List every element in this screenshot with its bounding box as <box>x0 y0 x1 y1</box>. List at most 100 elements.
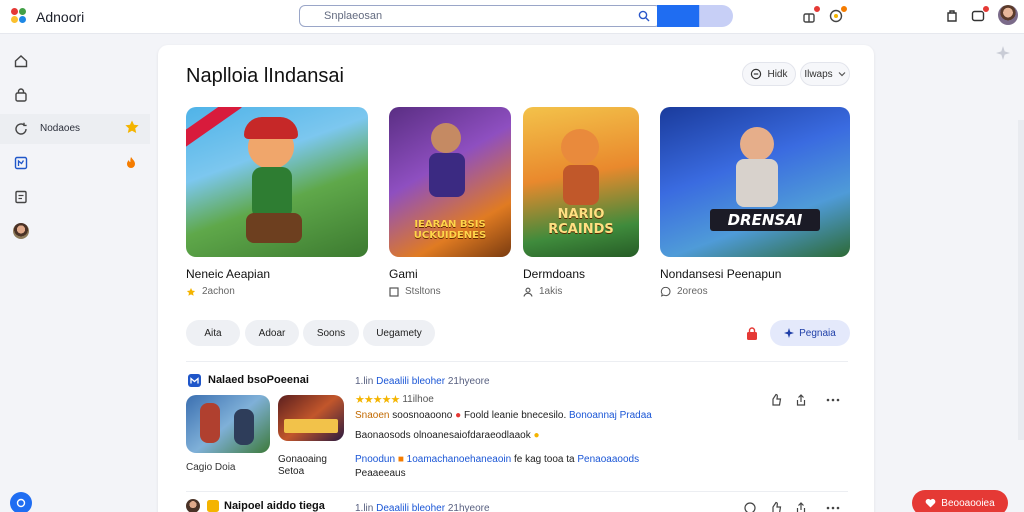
search-button[interactable] <box>657 5 733 27</box>
refresh-icon <box>15 122 27 135</box>
hide-button-label: Hidk <box>767 68 788 80</box>
banner-text: DRENSAI <box>710 209 820 231</box>
divider <box>186 361 848 362</box>
game-thumbnail[interactable]: DRENSAI <box>660 107 850 257</box>
chevron-down-icon <box>838 72 846 77</box>
character-legs <box>246 213 302 243</box>
character-hat <box>244 117 298 139</box>
game-title[interactable]: Dermdoans <box>523 267 585 281</box>
recycle-icon[interactable] <box>828 5 848 24</box>
heart-icon <box>925 498 936 508</box>
post-title[interactable]: Nalaed bsoPoeenai <box>208 374 309 386</box>
filter-chip[interactable]: Aita <box>186 320 240 346</box>
search-icon[interactable] <box>638 10 650 22</box>
shopping-bag-icon[interactable] <box>744 326 760 342</box>
sidebar-item-home[interactable] <box>0 46 150 76</box>
rating-row: ★★★★★ 11ilhoe <box>355 394 434 406</box>
character-body <box>736 159 778 207</box>
game-title[interactable]: Nondansesi Peenapun <box>660 267 781 281</box>
settings-icon[interactable] <box>944 8 960 24</box>
character-body <box>252 167 292 219</box>
star-icon <box>186 287 196 296</box>
sparkle-icon <box>784 328 795 338</box>
character-body <box>563 165 599 205</box>
character-head <box>431 123 461 153</box>
filter-button[interactable]: Pegnaia <box>770 320 850 346</box>
game-meta: 1akis <box>523 286 562 297</box>
ribbon-badge <box>186 107 242 148</box>
post-image[interactable] <box>278 395 344 441</box>
document-icon <box>15 190 27 204</box>
author-link[interactable]: Deaalili bleoher <box>376 376 445 387</box>
post-avatar <box>186 499 200 512</box>
game-title[interactable]: Neneic Aeapian <box>186 267 270 281</box>
sidebar-item-documents[interactable] <box>0 182 150 212</box>
apps-dropdown-label: Ilwaps <box>804 68 833 80</box>
sidebar-item-label: Nodaoes <box>40 123 81 134</box>
post-line: Pnoodun ■ 1oamachanoehaneaoin fe kag too… <box>355 454 640 465</box>
search-placeholder: Snplaeosan <box>324 10 383 22</box>
game-title[interactable]: Gami <box>389 267 418 281</box>
game-meta: 2oreos <box>660 286 708 297</box>
sidebar: Nodaoes <box>0 34 150 512</box>
like-icon[interactable] <box>769 393 783 407</box>
game-thumbnail[interactable] <box>186 107 368 257</box>
square-icon <box>389 286 399 297</box>
like-icon[interactable] <box>769 501 783 512</box>
author-link[interactable]: Deaalili bleoher <box>376 503 445 512</box>
apps-dropdown[interactable]: Ilwaps <box>800 62 850 86</box>
comment-icon[interactable] <box>743 501 757 512</box>
star-icon <box>125 120 139 133</box>
scrollbar[interactable] <box>1018 120 1024 440</box>
post-line: Baonaosods olnoanesaiofdaraeodlaaok ● <box>355 430 540 441</box>
game-meta: 2achon <box>186 286 235 297</box>
help-button[interactable] <box>10 492 32 512</box>
divider <box>186 491 848 492</box>
profile-avatar-icon <box>13 223 29 239</box>
post-app-icon <box>188 374 201 387</box>
character-head <box>561 129 599 165</box>
sparkle-icon <box>996 46 1010 60</box>
post-line[interactable]: Peaaeeaus <box>355 468 406 479</box>
banner-text: IEARAN BSIS UCKUIDENES <box>413 219 487 241</box>
sidebar-item-library[interactable] <box>0 148 150 178</box>
flame-icon <box>127 157 135 168</box>
hide-button[interactable]: Hidk <box>742 62 796 86</box>
sidebar-item-profile[interactable] <box>0 216 150 246</box>
page-title: Naplloia lIndansai <box>186 65 344 87</box>
clock-icon <box>751 68 762 80</box>
app-title: Adnoori <box>36 9 85 25</box>
post-title[interactable]: Naipoel aiddo tiega <box>224 500 325 512</box>
share-icon[interactable] <box>794 501 808 512</box>
top-bar: Adnoori Snplaeosan <box>0 0 1024 34</box>
gaming-link[interactable]: Gonaoaing Setoa <box>278 454 338 478</box>
game-thumbnail[interactable]: IEARAN BSIS UCKUIDENES <box>389 107 511 257</box>
more-options-icon[interactable] <box>826 501 840 512</box>
filter-chip[interactable]: Adoar <box>245 320 299 346</box>
notification-dot <box>813 5 821 13</box>
more-options-icon[interactable] <box>826 393 840 407</box>
sidebar-item-store[interactable] <box>0 80 150 110</box>
notification-dot <box>840 5 848 13</box>
character-head <box>740 127 774 161</box>
filter-chip[interactable]: Uegamety <box>363 320 435 346</box>
bag-icon <box>15 88 27 102</box>
action-fab-button[interactable]: Beooaooiea <box>912 490 1008 512</box>
game-thumbnail[interactable]: NARIO RCAINDS <box>523 107 639 257</box>
help-icon <box>16 498 26 508</box>
notification-dot <box>982 5 990 13</box>
filter-chip[interactable]: Soons <box>303 320 359 346</box>
share-icon[interactable] <box>794 393 808 407</box>
user-icon <box>523 287 533 297</box>
sidebar-item-active[interactable]: Nodaoes <box>0 114 150 144</box>
rating-stars: ★★★★★ <box>355 394 400 406</box>
user-avatar[interactable] <box>998 5 1018 25</box>
post-line: Snaoen soosnoaoono ● Foold leanie bneces… <box>355 410 652 421</box>
post-image[interactable] <box>186 395 270 453</box>
search-input[interactable]: Snplaeosan <box>299 5 661 27</box>
app-logo-icon[interactable] <box>11 8 27 24</box>
image-caption: Cagio Doia <box>186 462 236 473</box>
home-icon <box>14 55 28 68</box>
messages-icon[interactable] <box>970 5 990 24</box>
gift-icon[interactable] <box>801 5 821 24</box>
